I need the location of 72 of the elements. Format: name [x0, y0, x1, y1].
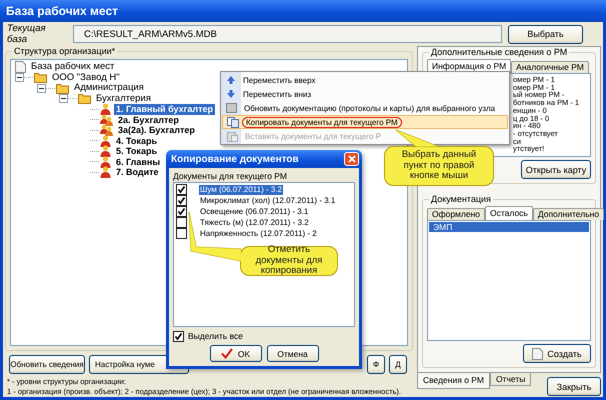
checkbox[interactable]: [176, 217, 187, 228]
paste-icon: [226, 130, 238, 142]
tree-item[interactable]: 2а. Бухгалтер: [116, 114, 181, 125]
copy-icon: [227, 116, 239, 128]
checkbox[interactable]: [176, 206, 187, 217]
arrow-down-icon: [226, 89, 236, 99]
dialog-title: Копирование документов: [171, 154, 299, 164]
menu-item[interactable]: Обновить документацию (протоколы и карты) для выбранного узла: [222, 101, 508, 115]
group-title: Документация: [429, 194, 493, 205]
arrow-up-icon: [226, 75, 236, 85]
tree-item[interactable]: ООО "Завод Н": [50, 72, 122, 83]
folder-icon: [34, 72, 47, 84]
folder-icon: [56, 82, 69, 94]
tab[interactable]: Оформлено: [427, 208, 486, 220]
menu-item[interactable]: Копировать документы для текущего РМ: [222, 115, 508, 129]
people-icon: [100, 114, 113, 126]
checkbox[interactable]: [176, 228, 187, 239]
f-button[interactable]: Ф: [367, 355, 385, 374]
panel-icon: [226, 103, 237, 113]
list-item[interactable]: ЭМП: [429, 222, 589, 232]
checkbox[interactable]: [176, 184, 187, 195]
list-item[interactable]: Освещение (06.07.2011) - 3.1: [199, 206, 310, 216]
person-icon: [100, 166, 111, 178]
list-item[interactable]: Тяжесть (м) (12.07.2011) - 3.2: [199, 218, 310, 228]
cancel-button[interactable]: Отмена: [266, 345, 318, 362]
group-title: Структура организации*: [12, 46, 118, 57]
tree-item[interactable]: 4. Токарь: [114, 136, 159, 146]
close-icon: [348, 155, 356, 163]
list-item[interactable]: Напряженность (12.07.2011) - 2: [199, 228, 318, 238]
refresh-button[interactable]: Обновить сведения: [9, 355, 85, 374]
path-field[interactable]: C:\RESULT_ARM\ARMv5.MDB: [73, 25, 502, 43]
close-button[interactable]: [344, 152, 359, 166]
list-item[interactable]: Шум (06.07.2011) - 3.2: [199, 184, 283, 194]
person-icon: [100, 156, 111, 168]
tree-item[interactable]: 7. Водите: [114, 167, 161, 178]
tree-item[interactable]: База рабочих мест: [29, 62, 116, 72]
menu-item[interactable]: Переместить вверх: [222, 73, 508, 87]
person-icon: [100, 145, 111, 158]
tab[interactable]: Отчеты: [490, 373, 532, 386]
tab[interactable]: Дополнительно: [532, 208, 604, 220]
create-button[interactable]: Создать: [523, 344, 591, 363]
tree-item[interactable]: 3а(2а). Бухгалтер: [116, 125, 197, 136]
close-button[interactable]: Закрыть: [547, 377, 601, 396]
person-icon: [100, 134, 111, 147]
checkbox-label: Выделить все: [188, 331, 243, 341]
checkbox[interactable]: [173, 330, 184, 342]
group-title: Дополнительные сведения о РМ: [429, 47, 570, 58]
document-icon: [532, 348, 544, 360]
tab[interactable]: Аналогичные РМ: [511, 61, 589, 73]
tree-item[interactable]: Бухгалтерия: [94, 94, 153, 104]
tree-item[interactable]: 1. Главный бухгалтер: [114, 104, 216, 114]
list-title: Документы для текущего РМ: [173, 171, 288, 182]
choose-button[interactable]: Выбрать: [508, 24, 583, 44]
callout-text: Выбрать данный пункт по правой кнопке мыши: [400, 150, 478, 182]
menu-item[interactable]: Переместить вниз: [222, 87, 508, 101]
list-item[interactable]: Микроклимат (хол) (12.07.2011) - 3.1: [199, 196, 336, 206]
tree-item[interactable]: 5. Токарь: [114, 146, 159, 156]
open-card-button[interactable]: Открыть карту: [521, 160, 591, 179]
ok-button[interactable]: OK: [210, 345, 262, 362]
callout-text: Отметить документы для копирования: [254, 245, 324, 277]
checkbox[interactable]: [176, 195, 187, 206]
folder-icon: [78, 93, 91, 104]
check-icon: [220, 348, 233, 359]
tab[interactable]: Сведения о РМ: [417, 373, 490, 389]
database-label: Текущая база: [7, 23, 47, 45]
tab[interactable]: Осталось: [485, 206, 533, 220]
person-icon: [100, 103, 111, 116]
d-button[interactable]: Д: [389, 355, 407, 374]
tree-item[interactable]: 6. Главны: [114, 156, 162, 167]
tree-item[interactable]: Администрация: [72, 83, 146, 94]
people-icon: [100, 124, 113, 136]
window-title: База рабочих мест: [6, 4, 118, 18]
